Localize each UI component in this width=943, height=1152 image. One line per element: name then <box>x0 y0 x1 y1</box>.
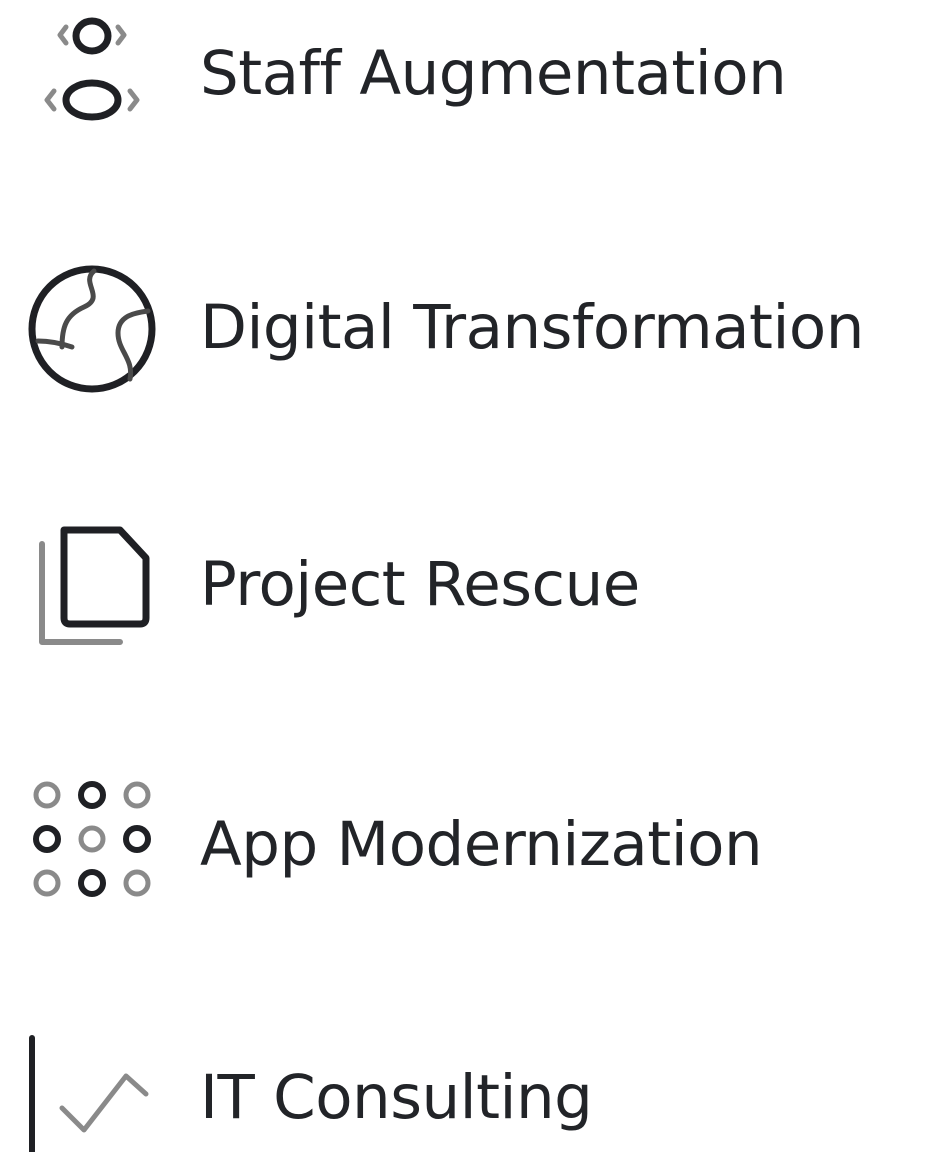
people-code-icon <box>22 5 162 145</box>
dot-grid-icon <box>22 767 162 907</box>
services-menu: Staff Augmentation Digital Transformatio… <box>0 0 943 1152</box>
menu-item-app-modernization[interactable]: App Modernization <box>0 767 943 917</box>
menu-item-staff-augmentation[interactable]: Staff Augmentation <box>0 0 943 150</box>
menu-item-label: Project Rescue <box>200 549 640 620</box>
menu-item-project-rescue[interactable]: Project Rescue <box>0 512 943 662</box>
menu-item-label: App Modernization <box>200 809 763 880</box>
menu-item-digital-transformation[interactable]: Digital Transformation <box>0 255 943 405</box>
globe-path-icon <box>22 255 162 395</box>
documents-icon <box>22 514 162 654</box>
menu-item-label: IT Consulting <box>200 1062 593 1133</box>
menu-item-it-consulting[interactable]: IT Consulting <box>0 1010 943 1152</box>
menu-item-label: Staff Augmentation <box>200 38 787 109</box>
line-chart-icon <box>22 1020 162 1152</box>
menu-item-label: Digital Transformation <box>200 292 864 363</box>
